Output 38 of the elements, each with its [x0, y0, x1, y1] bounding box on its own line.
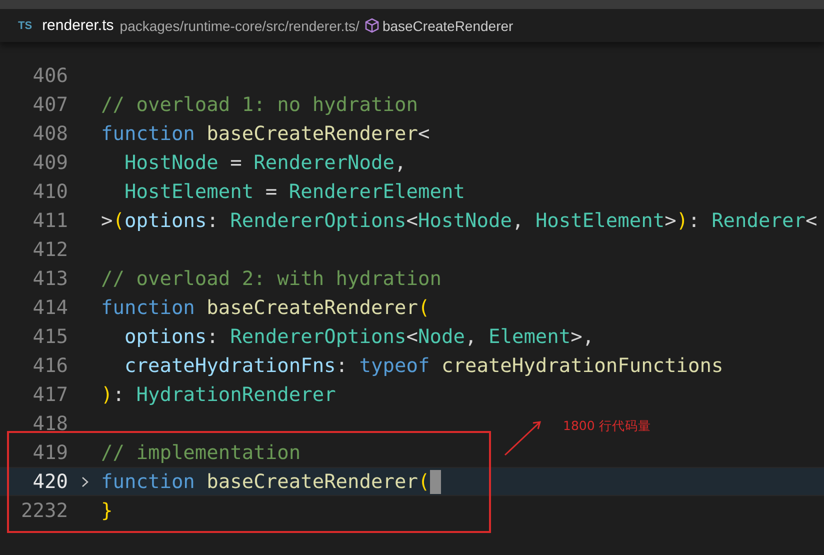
code-line: ): HydrationRenderer [101, 383, 336, 406]
line-number: 411 [32, 209, 68, 232]
code-line: function baseCreateRenderer( [101, 296, 430, 319]
code-line: } [101, 499, 113, 522]
line-number: 408 [32, 122, 68, 145]
arrow-drawing [503, 419, 543, 457]
code-line: function baseCreateRenderer( [101, 470, 430, 493]
line-number: 407 [32, 93, 68, 116]
code-line: HostElement = RendererElement [123, 180, 465, 203]
annotation-text: 1800 行代码量 [563, 418, 651, 435]
line-number: 416 [32, 354, 68, 377]
line-number: 412 [32, 238, 68, 261]
file-name[interactable]: renderer.ts [42, 17, 114, 34]
line-number: 415 [32, 325, 68, 348]
line-number: 414 [32, 296, 68, 319]
typescript-file-icon: TS [18, 20, 32, 32]
line-number: 413 [32, 267, 68, 290]
chevron-icon[interactable] [80, 476, 88, 488]
code-line: >(options: RendererOptions<HostNode, HostElement>): Renderer< [101, 209, 818, 232]
code-line: createHydrationFns: typeof createHydrationFunctions [123, 354, 724, 377]
breadcrumb-symbol[interactable]: baseCreateRenderer [382, 18, 514, 34]
line-number: 418 [32, 412, 68, 435]
line-number: 409 [32, 151, 68, 174]
cube-icon [365, 18, 380, 33]
line-number: 406 [32, 64, 68, 87]
breadcrumb-path[interactable]: packages/runtime-core/src/renderer.ts/ [120, 18, 360, 34]
code-line: // implementation [101, 441, 301, 464]
code-line: function baseCreateRenderer< [101, 122, 430, 145]
code-line: HostNode = RendererNode, [123, 151, 406, 174]
line-number: 2232 [20, 499, 68, 522]
code-line: // overload 1: no hydration [101, 93, 418, 116]
code-line: // overload 2: with hydration [101, 267, 442, 290]
line-number: 410 [32, 180, 68, 203]
line-number: 419 [32, 441, 68, 464]
line-number: 417 [32, 383, 68, 406]
line-number: 420 [32, 470, 68, 493]
text-cursor [430, 470, 441, 494]
code-line: options: RendererOptions<Node, Element>, [123, 325, 594, 348]
